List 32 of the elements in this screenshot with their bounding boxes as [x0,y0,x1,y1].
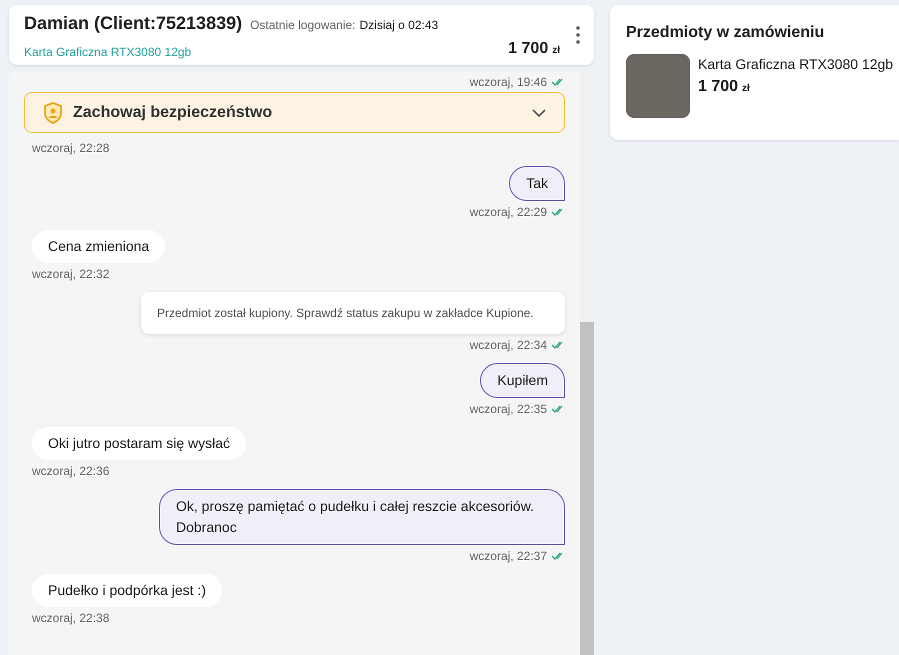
last-login-value: Dzisiaj o 02:43 [360,16,438,34]
message-time: wczoraj, 22:32 [32,266,110,283]
chevron-icon [532,108,546,116]
message-time: wczoraj, 22:29 [470,204,547,221]
order-items-title: Przedmioty w zamówieniu [626,23,826,43]
received-message-bubble: Pudełko i podpórka jest :) [32,574,222,607]
order-item-price: 1 700 [698,77,738,97]
message-time: wczoraj, 22:37 [470,548,547,565]
received-message-bubble: Oki jutro postaram się wysłać [32,427,246,460]
received-message-bubble: Cena zmieniona [32,230,166,263]
system-message: Przedmiot został kupiony. Sprawdź status zakupu w zakładce Kupione. [141,292,565,334]
shield-user-icon [43,102,63,124]
currency: zł [552,44,560,58]
scrollbar-thumb[interactable] [580,322,594,655]
last-login-label: Ostatnie logowanie: [250,16,356,34]
message-time: wczoraj, 22:38 [32,610,110,627]
currency: zł [742,82,750,96]
safety-banner[interactable]: Zachowaj bezpieczeństwo [24,92,565,133]
more-options-icon[interactable] [576,26,580,44]
client-name: Damian (Client:75213839) [24,12,242,35]
message-time: wczoraj, 22:36 [32,463,110,480]
order-item-name: Karta Graficzna RTX3080 12gb [698,55,894,74]
message-time: wczoraj, 19:46 [470,74,547,91]
message-time: wczoraj, 22:35 [470,401,547,418]
message-time: wczoraj, 22:34 [470,337,547,354]
photo-placeholder [626,54,690,118]
price: 1 700 [508,38,548,58]
sent-message-bubble: Kupiłem [480,363,565,398]
message-time: wczoraj, 22:28 [32,140,110,157]
scrollbar[interactable] [580,72,594,655]
sent-message-bubble: Ok, proszę pamiętać o pudełku i całej reszcie akcesoriów. Dobranoc [159,489,565,545]
sent-message-bubble: Tak [509,166,565,201]
